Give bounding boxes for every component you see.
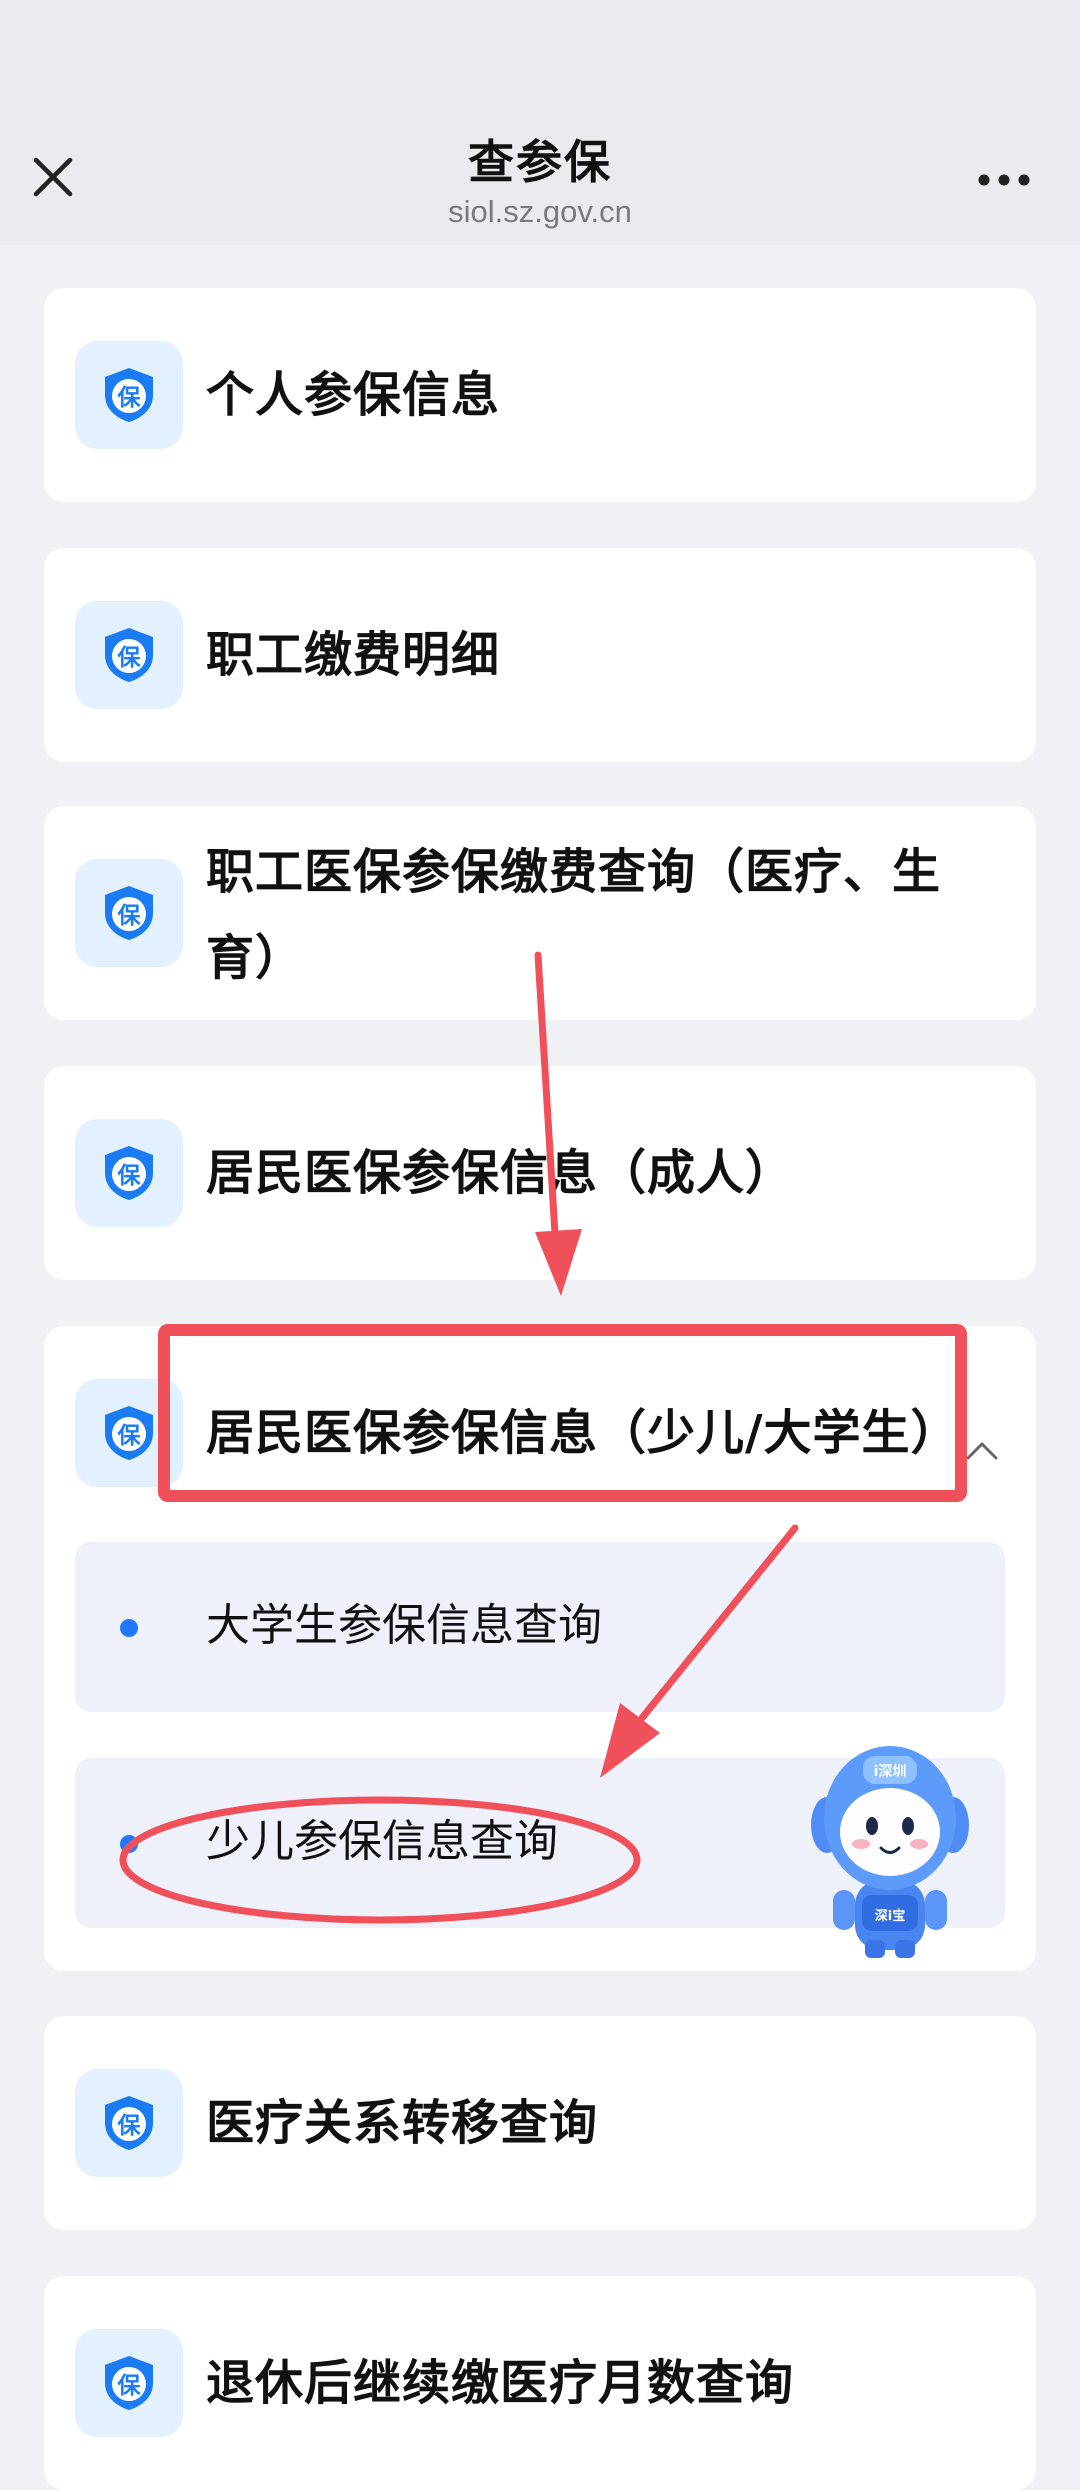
menu-card-medical-relation-transfer[interactable]: 保 医疗关系转移查询 [44,2016,1036,2230]
insurance-shield-icon: 保 [75,1119,183,1227]
menu-card-retired-medical-months[interactable]: 保 退休后继续缴医疗月数查询 [44,2276,1036,2490]
menu-card-label: 个人参保信息 [206,367,501,423]
menu-card-label: 居民医保参保信息（少儿/大学生） [206,1405,960,1461]
insurance-shield-icon: 保 [75,859,183,967]
mascot-cap-text: i深圳 [874,1763,907,1780]
shield-glyph: 保 [117,902,142,929]
menu-card-employee-payment-details[interactable]: 保 职工缴费明细 [44,548,1036,762]
menu-card-label: 退休后继续缴医疗月数查询 [206,2355,795,2411]
chevron-up-icon[interactable] [962,1434,1002,1464]
shield-glyph: 保 [117,2372,142,2399]
more-icon[interactable] [972,160,1036,200]
menu-card-label: 医疗关系转移查询 [206,2095,599,2151]
menu-card-label: 职工缴费明细 [206,627,501,683]
sub-item-college-student-query[interactable]: 大学生参保信息查询 [75,1542,1005,1712]
insurance-shield-icon: 保 [75,2069,183,2177]
shield-glyph: 保 [117,1162,142,1189]
top-bar: 查参保 siol.sz.gov.cn [0,0,1080,245]
sub-item-label: 大学生参保信息查询 [206,1600,602,1651]
insurance-shield-icon: 保 [75,601,183,709]
shield-glyph: 保 [117,2112,142,2139]
page-url: siol.sz.gov.cn [448,194,632,229]
menu-card-label: 职工医保参保缴费查询（医疗、生育） [206,844,942,986]
insurance-shield-icon: 保 [75,2329,183,2437]
menu-card-personal-insurance-info[interactable]: 保 个人参保信息 [44,288,1036,502]
page-title: 查参保 [468,135,612,189]
shield-glyph: 保 [117,1422,142,1449]
menu-card-employee-medical-payment-query[interactable]: 保 职工医保参保缴费查询（医疗、生育） [44,806,1036,1020]
mascot-robot-icon[interactable]: 深i宝 i深圳 [805,1730,975,1960]
shield-glyph: 保 [117,644,142,671]
sub-item-label: 少儿参保信息查询 [206,1816,558,1867]
menu-card-label: 居民医保参保信息（成人） [206,1145,795,1201]
shield-glyph: 保 [117,384,142,411]
insurance-shield-icon: 保 [75,1379,183,1487]
bullet-dot [120,1619,138,1637]
mascot-body-text: 深i宝 [875,1908,905,1924]
insurance-shield-icon: 保 [75,341,183,449]
menu-card-resident-medical-adult[interactable]: 保 居民医保参保信息（成人） [44,1066,1036,1280]
bullet-dot [120,1835,138,1853]
